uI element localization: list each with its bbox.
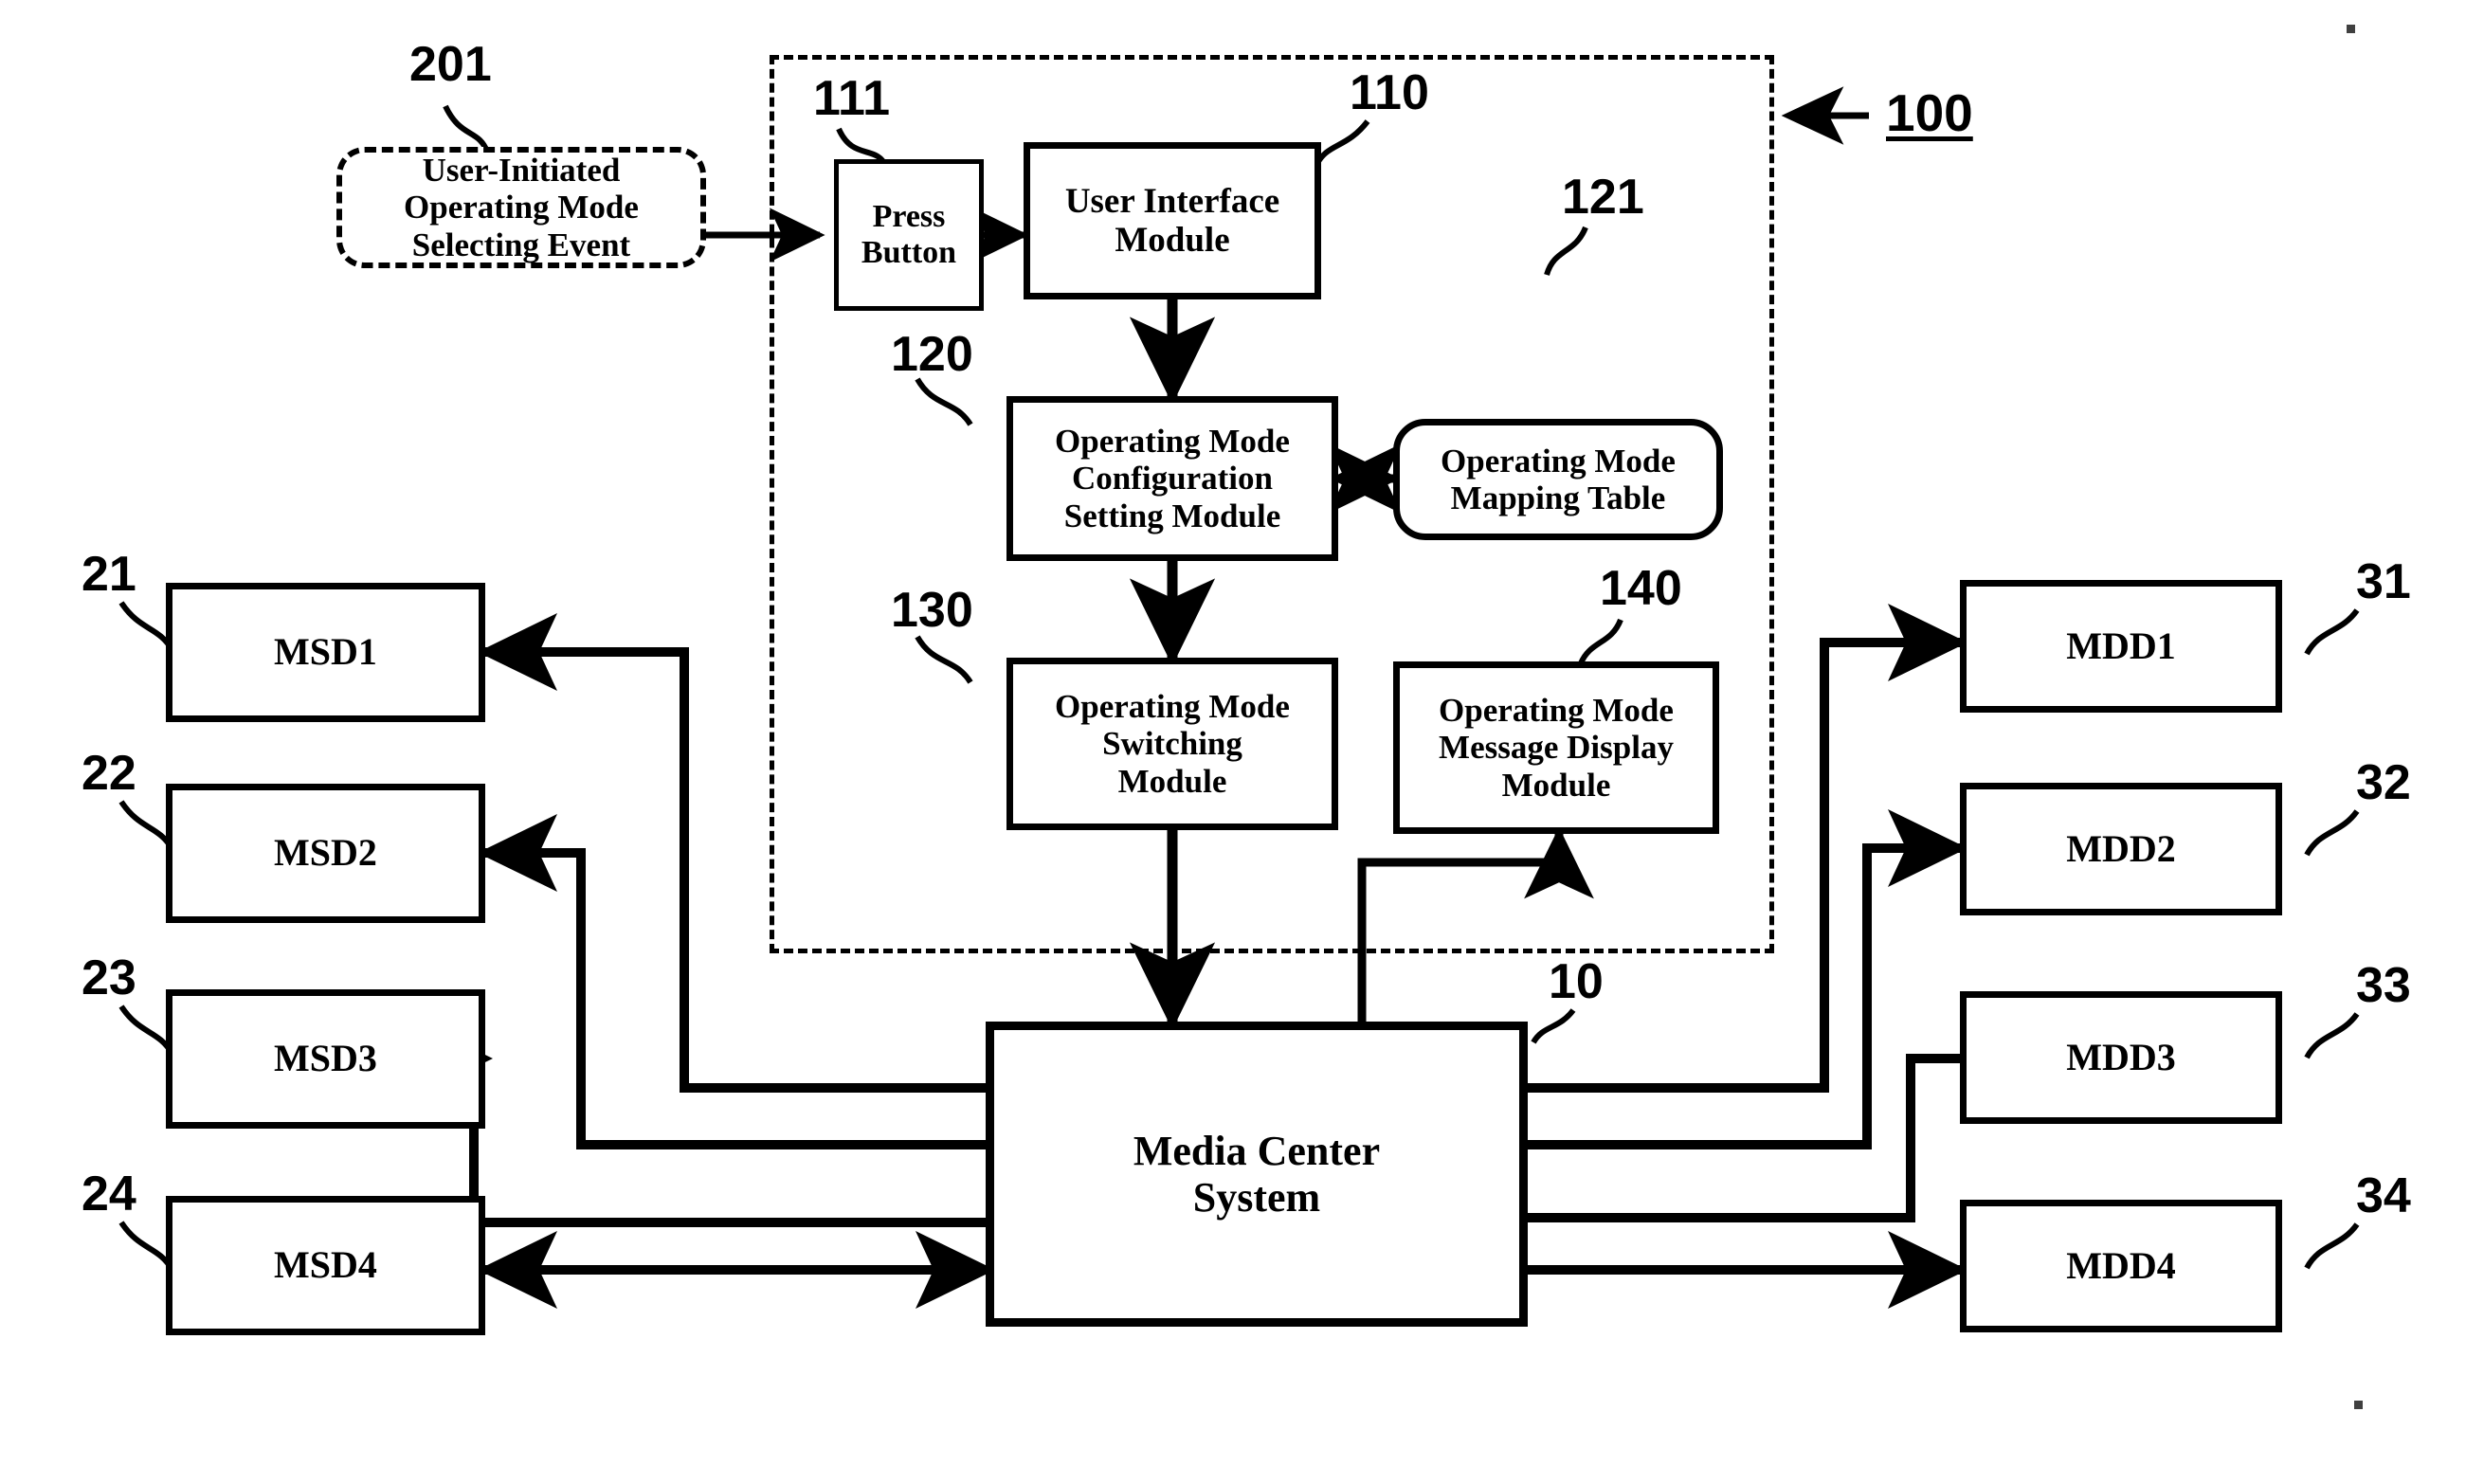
switching-line-2: Switching — [1102, 725, 1242, 763]
user-interface-line-1: User Interface — [1064, 181, 1280, 221]
message-display-module-box: Operating Mode Message Display Module — [1393, 661, 1719, 834]
ref-130: 130 — [891, 583, 973, 638]
msd1-box: MSD1 — [166, 583, 485, 722]
mapping-table-line-1: Operating Mode — [1441, 442, 1676, 480]
patent-figure-canvas: User-Initiated Operating Mode Selecting … — [0, 0, 2484, 1484]
mapping-table-box: Operating Mode Mapping Table — [1393, 419, 1723, 540]
ref-34: 34 — [2356, 1168, 2411, 1223]
config-setting-line-1: Operating Mode — [1055, 423, 1290, 461]
press-button-line-1: Press — [872, 198, 946, 234]
event-line-1: User-Initiated — [422, 152, 621, 190]
msd3-box: MSD3 — [166, 989, 485, 1129]
ref-22: 22 — [82, 746, 136, 801]
msd2-box: MSD2 — [166, 784, 485, 923]
config-setting-module-box: Operating Mode Configuration Setting Mod… — [1006, 396, 1338, 561]
ref-120: 120 — [891, 327, 973, 382]
switching-line-1: Operating Mode — [1055, 688, 1290, 726]
ref-110: 110 — [1350, 65, 1429, 120]
ref-201: 201 — [409, 37, 492, 92]
media-center-system-box: Media Center System — [986, 1022, 1528, 1327]
press-button-line-2: Button — [861, 235, 957, 270]
mdd3-label: MDD3 — [2066, 1035, 2176, 1078]
mdd4-label: MDD4 — [2066, 1243, 2176, 1287]
ref-23: 23 — [82, 950, 136, 1005]
ref-100: 100 — [1886, 83, 1973, 142]
scan-speck — [2347, 25, 2355, 33]
ref-21: 21 — [82, 547, 136, 602]
msd4-label: MSD4 — [274, 1243, 377, 1287]
event-line-3: Selecting Event — [411, 226, 631, 263]
ref-31: 31 — [2356, 554, 2411, 609]
mapping-table-line-2: Mapping Table — [1450, 480, 1666, 516]
ref-24: 24 — [82, 1167, 136, 1222]
mdd1-box: MDD1 — [1960, 580, 2282, 713]
config-setting-line-3: Setting Module — [1063, 497, 1281, 534]
msd1-label: MSD1 — [274, 630, 377, 674]
ref-111: 111 — [813, 71, 891, 126]
switching-module-box: Operating Mode Switching Module — [1006, 658, 1338, 830]
message-display-line-3: Module — [1501, 766, 1611, 804]
switching-line-3: Module — [1117, 762, 1227, 800]
ref-32: 32 — [2356, 755, 2411, 810]
user-interface-line-2: Module — [1115, 221, 1230, 260]
mdd2-box: MDD2 — [1960, 783, 2282, 915]
user-interface-module-box: User Interface Module — [1024, 142, 1321, 299]
mdd3-box: MDD3 — [1960, 991, 2282, 1124]
mdd2-label: MDD2 — [2066, 826, 2176, 870]
msd4-box: MSD4 — [166, 1196, 485, 1335]
scan-speck — [2354, 1401, 2363, 1409]
config-setting-line-2: Configuration — [1072, 460, 1273, 498]
ref-121: 121 — [1562, 170, 1644, 225]
ref-140: 140 — [1600, 561, 1682, 616]
user-initiated-event-box: User-Initiated Operating Mode Selecting … — [336, 147, 706, 268]
mdd1-label: MDD1 — [2066, 624, 2176, 667]
press-button-box[interactable]: Press Button — [834, 159, 984, 311]
message-display-line-2: Message Display — [1439, 729, 1674, 767]
msd3-label: MSD3 — [274, 1037, 377, 1080]
media-center-line-2: System — [1192, 1174, 1321, 1221]
event-line-2: Operating Mode — [404, 189, 639, 226]
ref-10: 10 — [1549, 954, 1604, 1009]
message-display-line-1: Operating Mode — [1439, 692, 1674, 730]
media-center-line-1: Media Center — [1133, 1127, 1381, 1174]
msd2-label: MSD2 — [274, 831, 377, 875]
ref-33: 33 — [2356, 958, 2411, 1013]
mdd4-box: MDD4 — [1960, 1200, 2282, 1332]
